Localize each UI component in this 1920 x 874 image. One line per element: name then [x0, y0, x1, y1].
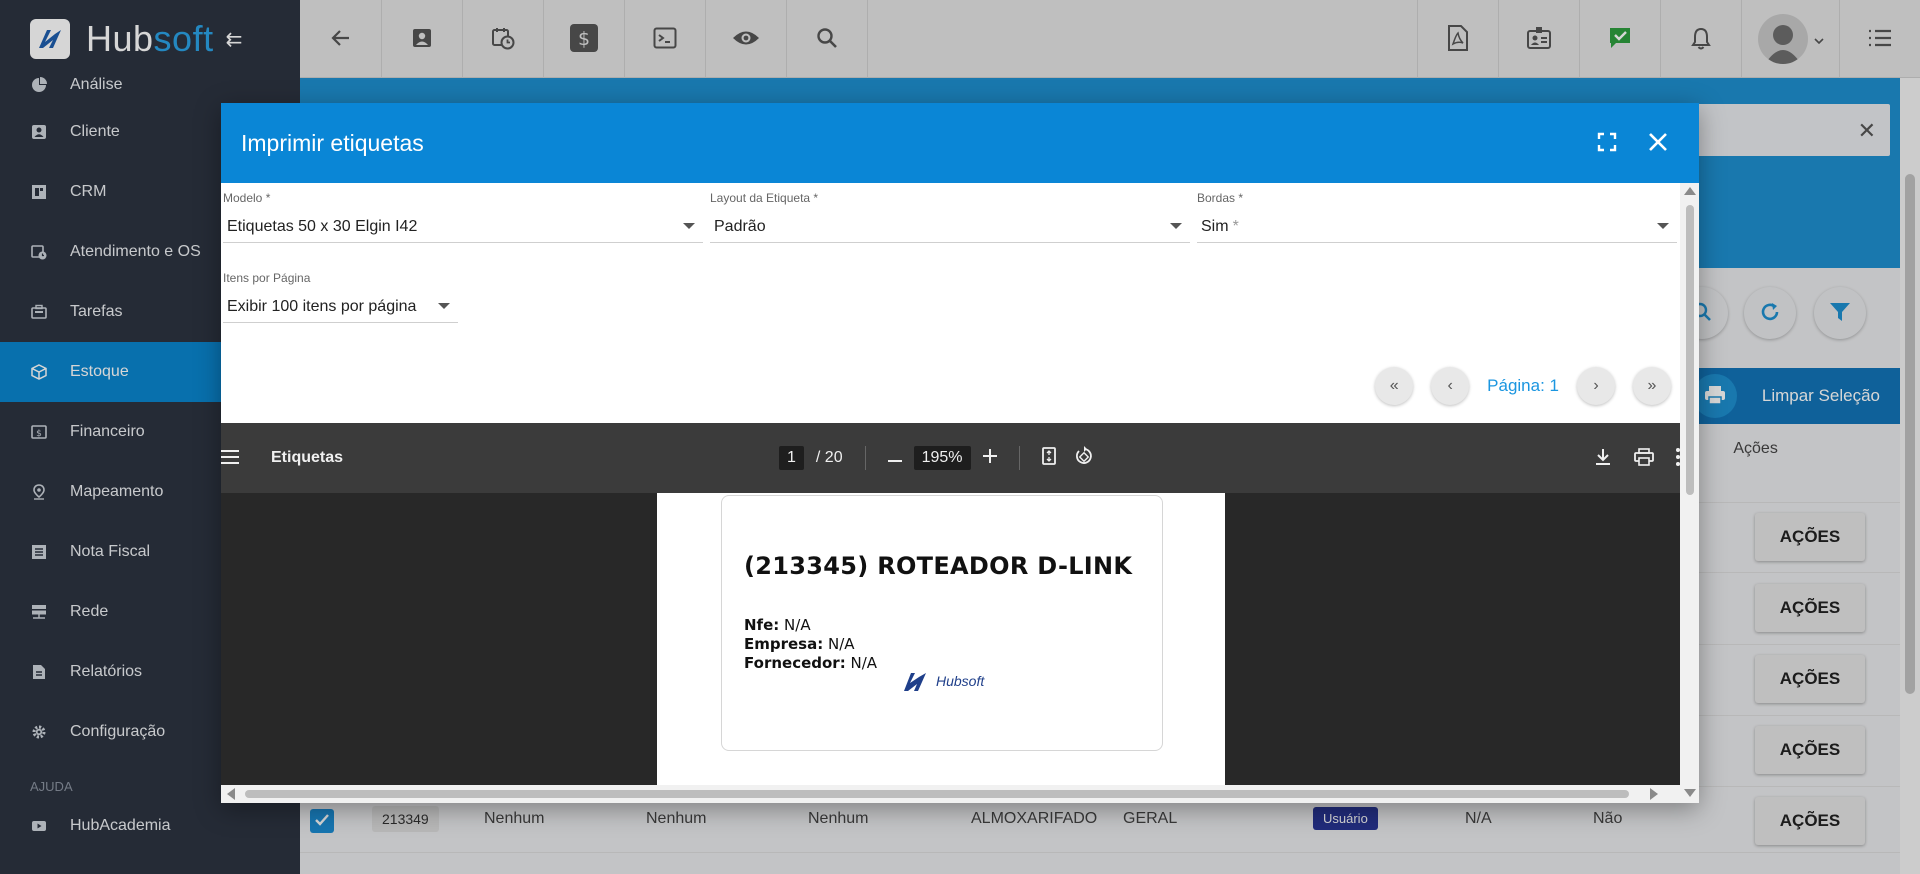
- scroll-left-icon[interactable]: [227, 788, 235, 800]
- double-chevron-right-icon: »: [1647, 377, 1657, 394]
- modal-scrollbar-thumb[interactable]: [1686, 205, 1694, 495]
- pdf-toolbar: Etiquetas 1 / 20 195%: [221, 423, 1680, 493]
- modelo-label: Modelo *: [223, 191, 271, 205]
- dropdown-arrow-icon: [1170, 223, 1182, 229]
- dropdown-arrow-icon: [683, 223, 695, 229]
- fullscreen-button[interactable]: [1597, 132, 1617, 155]
- close-modal-button[interactable]: [1647, 131, 1669, 156]
- label-details: Nfe: N/A Empresa: N/A Fornecedor: N/A: [744, 616, 877, 673]
- fit-page-icon: [1041, 446, 1056, 465]
- modal-horizontal-scrollbar[interactable]: [221, 785, 1680, 803]
- layout-value: Padrão: [714, 217, 766, 235]
- modal-horizontal-scrollbar-thumb[interactable]: [245, 790, 1629, 798]
- pdf-page: (213345) ROTEADOR D-LINK Nfe: N/A Empres…: [657, 493, 1225, 803]
- print-labels-modal: Imprimir etiquetas Modelo * Etiquetas 50…: [221, 103, 1699, 803]
- modal-title: Imprimir etiquetas: [241, 129, 424, 156]
- pagination: « ‹ Página: 1 › »: [1375, 367, 1671, 405]
- fornecedor-value: N/A: [850, 654, 878, 672]
- zoom-out-button[interactable]: [887, 449, 902, 467]
- close-icon: [1649, 132, 1667, 151]
- fullscreen-icon: [1597, 132, 1617, 151]
- dropdown-arrow-icon: [438, 303, 450, 309]
- last-page-button[interactable]: »: [1633, 367, 1671, 405]
- first-page-button[interactable]: «: [1375, 367, 1414, 405]
- zoom-in-button[interactable]: [982, 448, 997, 468]
- page-total: / 20: [815, 449, 843, 466]
- scroll-up-icon[interactable]: [1684, 187, 1696, 195]
- modal-scrollbar[interactable]: [1680, 183, 1699, 803]
- itens-select[interactable]: Exibir 100 itens por página: [223, 291, 458, 323]
- label-logo: Hubsoft: [902, 669, 984, 693]
- divider: [864, 446, 866, 470]
- label-title: (213345) ROTEADOR D-LINK: [744, 552, 1133, 580]
- layout-field[interactable]: Layout da Etiqueta * Padrão: [710, 191, 1190, 243]
- empresa-key: Empresa:: [744, 635, 824, 653]
- itens-label: Itens por Página: [223, 271, 311, 285]
- plus-icon: [982, 448, 997, 463]
- bordas-field[interactable]: Bordas * Sim *: [1197, 191, 1677, 243]
- bordas-label: Bordas *: [1197, 191, 1244, 205]
- layout-select[interactable]: Padrão: [710, 211, 1190, 243]
- nfe-value: N/A: [784, 616, 811, 634]
- fornecedor-key: Fornecedor:: [744, 654, 846, 672]
- required-marker: *: [1232, 217, 1239, 235]
- fit-page-button[interactable]: [1041, 446, 1056, 470]
- bordas-value: Sim: [1201, 217, 1229, 235]
- modal-body: Modelo * Etiquetas 50 x 30 Elgin I42 Lay…: [221, 183, 1699, 803]
- hubsoft-logo-icon: [904, 673, 926, 691]
- hamburger-icon: [221, 449, 239, 464]
- printer-icon: [1634, 447, 1654, 466]
- modelo-field[interactable]: Modelo * Etiquetas 50 x 30 Elgin I42: [223, 191, 703, 243]
- chevron-right-icon: ›: [1593, 377, 1599, 394]
- rotate-button[interactable]: [1074, 445, 1094, 471]
- pdf-title: Etiquetas: [271, 449, 344, 466]
- label-card: (213345) ROTEADOR D-LINK Nfe: N/A Empres…: [721, 495, 1163, 751]
- next-page-button[interactable]: ›: [1577, 367, 1615, 405]
- download-icon: [1596, 448, 1610, 465]
- modal-header: Imprimir etiquetas: [221, 103, 1699, 183]
- nfe-key: Nfe:: [744, 616, 780, 634]
- rotate-icon: [1075, 445, 1092, 464]
- chevron-left-icon: ‹: [1447, 377, 1453, 394]
- pdf-menu-button[interactable]: [221, 449, 239, 467]
- layout-label: Layout da Etiqueta *: [710, 191, 819, 205]
- download-button[interactable]: [1594, 448, 1612, 469]
- modelo-select[interactable]: Etiquetas 50 x 30 Elgin I42: [223, 211, 703, 243]
- minus-icon: [887, 460, 902, 462]
- pdf-viewer: Etiquetas 1 / 20 195% (213345) ROTEADOR …: [221, 423, 1680, 803]
- modelo-value: Etiquetas 50 x 30 Elgin I42: [227, 217, 418, 235]
- itens-field[interactable]: Itens por Página Exibir 100 itens por pá…: [223, 271, 458, 323]
- itens-value: Exibir 100 itens por página: [227, 297, 417, 315]
- bordas-select[interactable]: Sim *: [1197, 211, 1677, 243]
- scroll-down-icon[interactable]: [1684, 789, 1696, 797]
- divider: [1018, 446, 1020, 470]
- print-button[interactable]: [1634, 447, 1654, 469]
- scroll-right-icon[interactable]: [1650, 788, 1658, 800]
- empresa-value: N/A: [828, 635, 855, 653]
- label-logo-text: Hubsoft: [936, 673, 985, 689]
- double-chevron-left-icon: «: [1389, 377, 1399, 394]
- page-number-input[interactable]: 1: [779, 446, 804, 470]
- page-indicator: Página: 1: [1487, 376, 1559, 395]
- prev-page-button[interactable]: ‹: [1431, 367, 1470, 405]
- dropdown-arrow-icon: [1657, 223, 1669, 229]
- zoom-input[interactable]: 195%: [913, 446, 971, 470]
